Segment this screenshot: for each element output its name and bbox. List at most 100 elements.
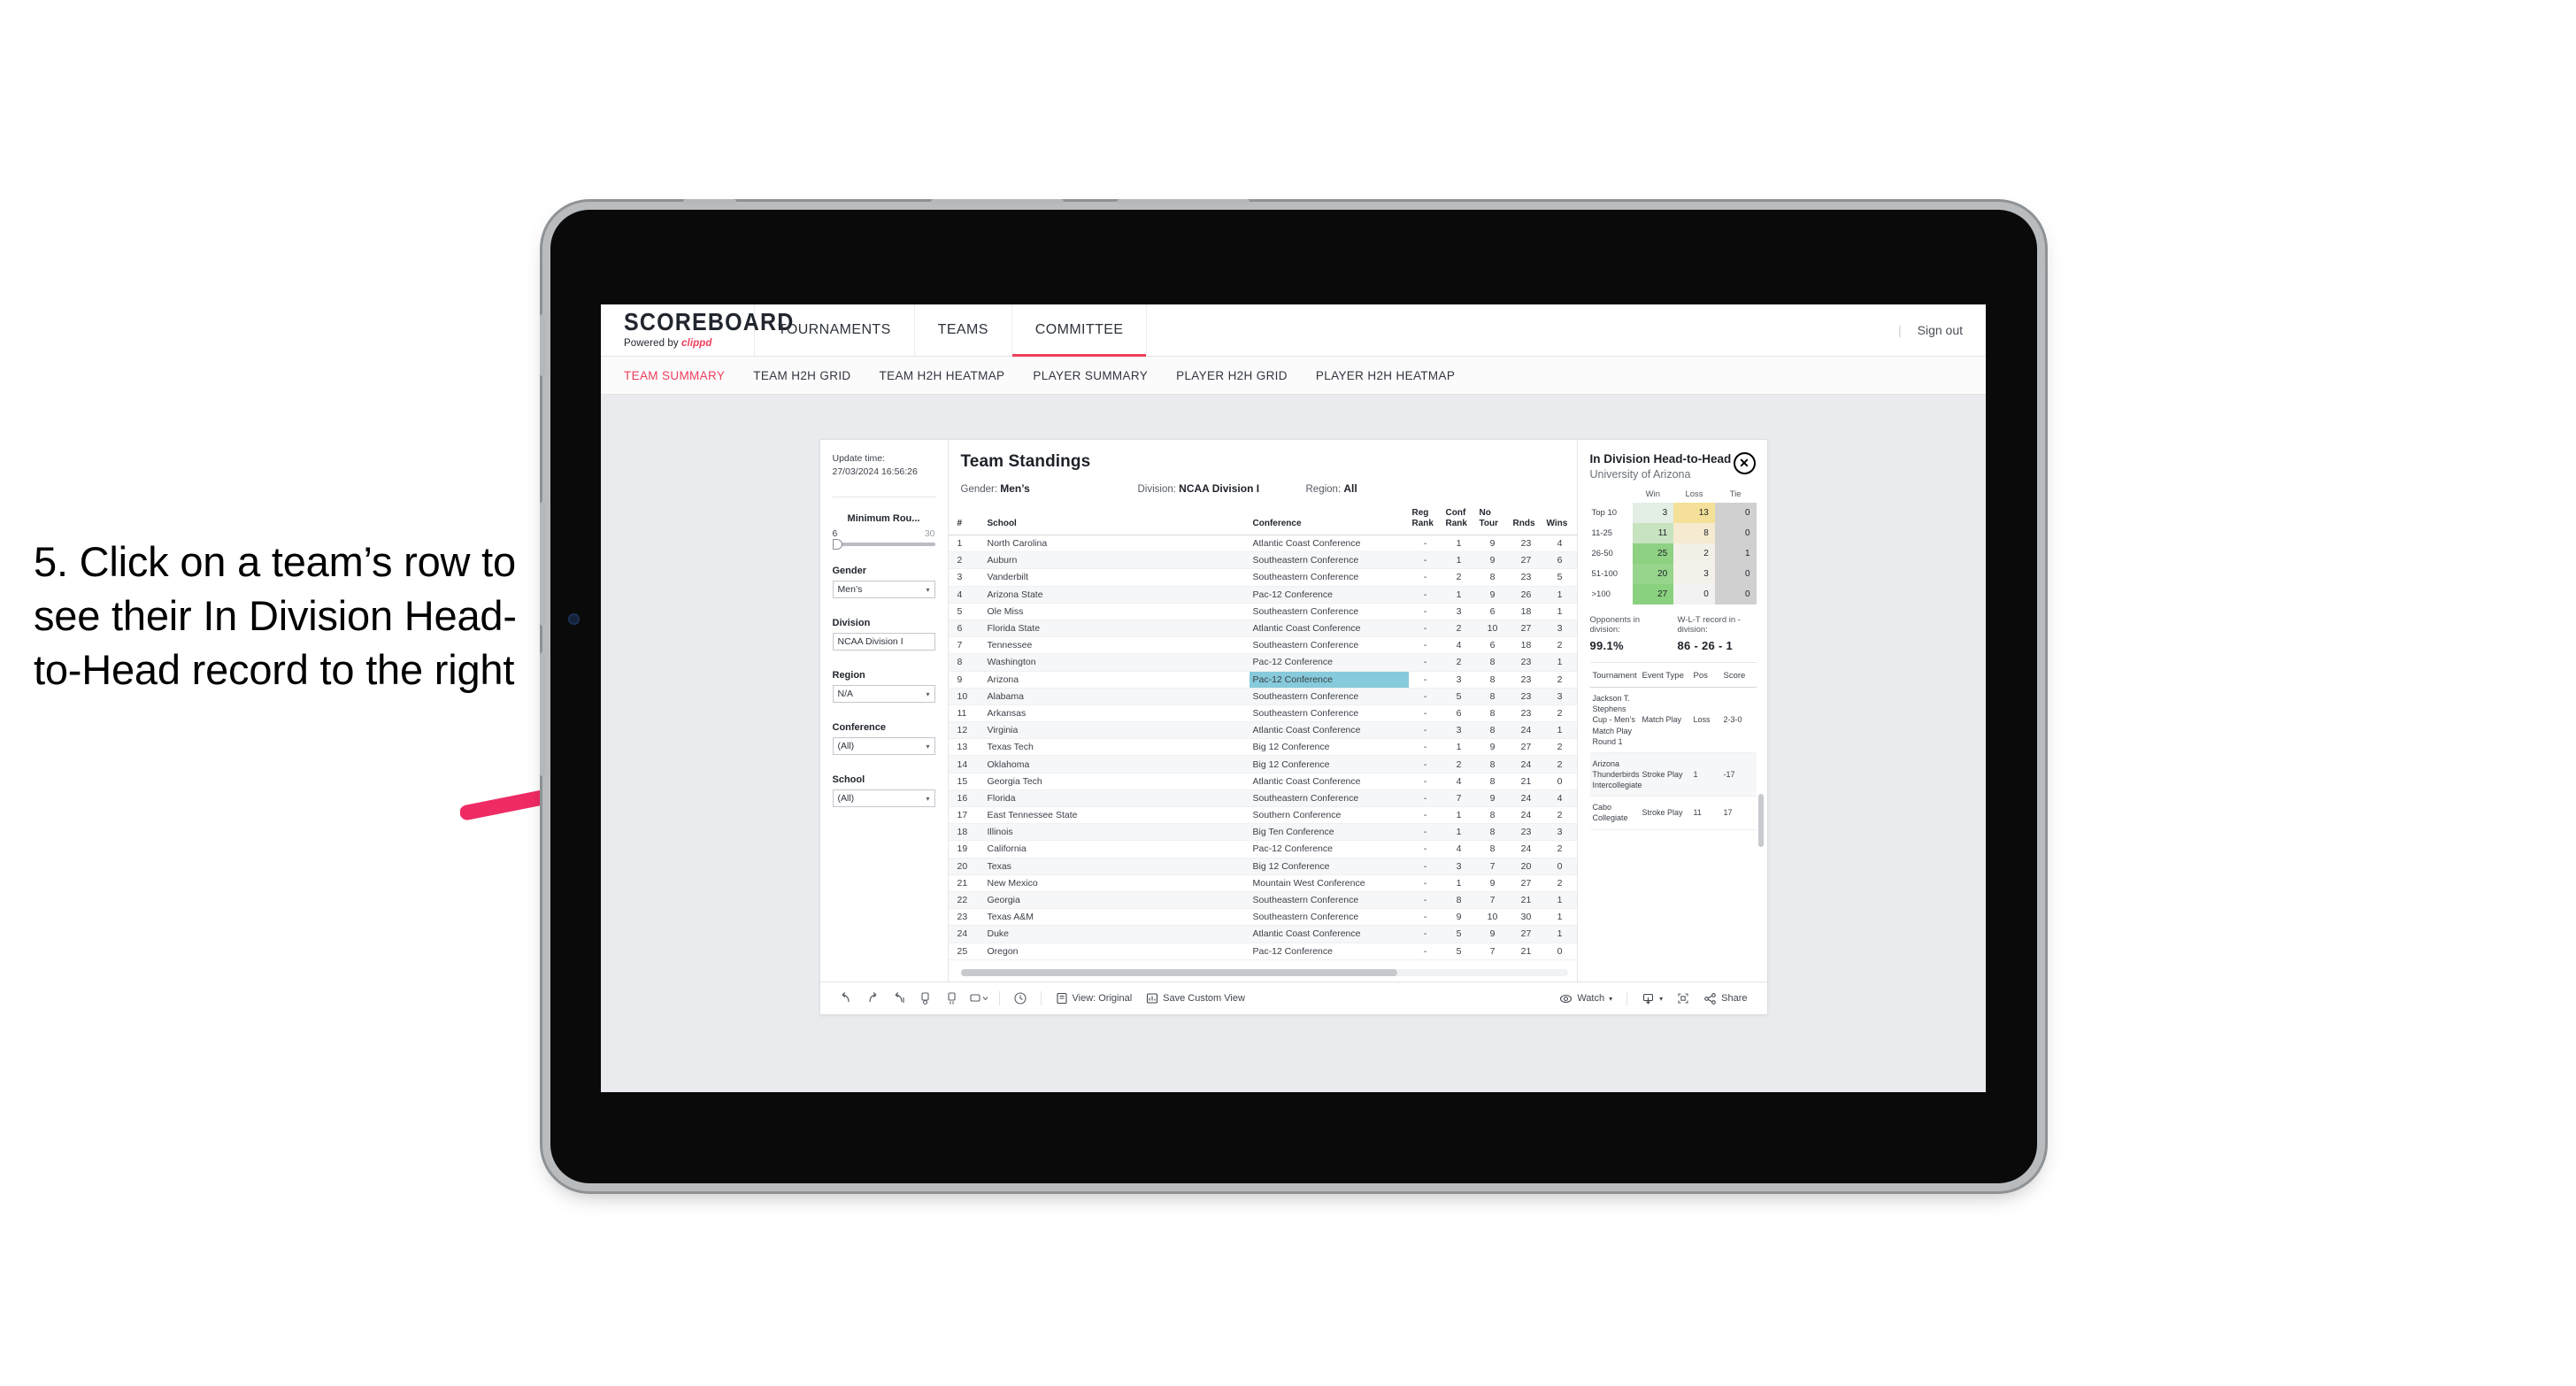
view-original-label: View: Original bbox=[1072, 993, 1133, 1004]
table-row[interactable]: 5 Ole Miss Southeastern Conference -3 6 18 1 bbox=[948, 603, 1577, 620]
table-row[interactable]: 17 East Tennessee State Southern Conferenc… bbox=[948, 806, 1577, 825]
tournament-row[interactable]: Jackson T. Stephens Cup - Men’s Match Pl… bbox=[1589, 687, 1757, 753]
tab-player-h2h-grid[interactable]: PLAYER H2H GRID bbox=[1176, 369, 1288, 382]
table-row[interactable]: 19 California Pac-12 Conference -4 8 24 2 bbox=[948, 840, 1577, 859]
view-original-button[interactable]: View: Original bbox=[1049, 992, 1140, 1005]
cell-rnds: 23 bbox=[1509, 653, 1543, 672]
nav-item-committee[interactable]: COMMITTEE bbox=[1011, 304, 1148, 357]
table-row[interactable]: 15 Georgia Tech Atlantic Coast Conference -… bbox=[948, 773, 1577, 790]
slider-handle[interactable] bbox=[832, 539, 842, 551]
cell-conf-rank: 3 bbox=[1442, 858, 1476, 875]
cell-no-tour: 7 bbox=[1475, 891, 1510, 910]
tab-player-summary[interactable]: PLAYER SUMMARY bbox=[1033, 369, 1148, 382]
table-row[interactable]: 21 New Mexico Mountain West Conference -1 9 2… bbox=[948, 874, 1577, 892]
cell-rnds: 27 bbox=[1509, 738, 1543, 757]
nav-item-tournaments[interactable]: TOURNAMENTS bbox=[755, 304, 915, 356]
table-row[interactable]: 11 Arkansas Southeastern Conference -6 8 23 2 bbox=[948, 705, 1577, 723]
table-row[interactable]: 18 Illinois Big Ten Conference -1 8 23 3 bbox=[948, 823, 1577, 842]
redo-icon[interactable] bbox=[859, 985, 886, 1012]
cell-reg-rank: - bbox=[1408, 806, 1442, 825]
col-rank[interactable]: # bbox=[948, 504, 984, 535]
h2h-vertical-scrollbar[interactable] bbox=[1757, 794, 1764, 847]
table-row[interactable]: 8 Washington Pac-12 Conference -2 8 23 1 bbox=[948, 653, 1577, 672]
cell-wins: 3 bbox=[1542, 620, 1577, 638]
filter-school-select[interactable]: (All) ▾ bbox=[832, 789, 935, 808]
h2h-cell-loss: 2 bbox=[1673, 543, 1715, 565]
h2h-cell-win: 20 bbox=[1632, 564, 1674, 585]
table-row[interactable]: 14 Oklahoma Big 12 Conference -2 8 24 2 bbox=[948, 755, 1577, 774]
scrollbar-thumb[interactable] bbox=[960, 969, 1398, 976]
cell-school: East Tennessee State bbox=[983, 806, 1250, 825]
nav-item-teams[interactable]: TEAMS bbox=[915, 304, 1012, 356]
table-row[interactable]: 22 Georgia Southeastern Conference -8 7 21 1 bbox=[948, 891, 1577, 910]
brand-logo[interactable]: SCOREBOARD Powered by clippd bbox=[601, 304, 793, 356]
history-clock-icon[interactable] bbox=[1007, 985, 1034, 1012]
close-icon[interactable]: ✕ bbox=[1733, 452, 1756, 474]
col-conference[interactable]: Conference bbox=[1249, 504, 1409, 535]
cell-wins: 1 bbox=[1542, 586, 1577, 604]
tab-player-h2h-heatmap[interactable]: PLAYER H2H HEATMAP bbox=[1316, 369, 1455, 382]
h2h-divider bbox=[1589, 662, 1757, 664]
watch-label: Watch bbox=[1577, 993, 1605, 1004]
table-row[interactable]: 10 Alabama Southeastern Conference -5 8 23 3 bbox=[948, 688, 1577, 705]
standings-table-scroll[interactable]: # School Conference Reg Rank Conf Rank No T… bbox=[948, 504, 1577, 966]
cell-conference: Southeastern Conference bbox=[1249, 568, 1409, 587]
table-row[interactable]: 16 Florida Southeastern Conference -7 9 24 4 bbox=[948, 789, 1577, 808]
tab-team-h2h-heatmap[interactable]: TEAM H2H HEATMAP bbox=[880, 369, 1005, 382]
tt-col-event-type[interactable]: Event Type bbox=[1639, 665, 1691, 689]
undo-icon[interactable] bbox=[833, 985, 859, 1012]
save-custom-view-button[interactable]: Save Custom View bbox=[1139, 992, 1252, 1005]
tournament-row[interactable]: Arizona Thunderbirds Intercollegiate Stro… bbox=[1589, 752, 1757, 797]
table-row[interactable]: 24 Duke Atlantic Coast Conference -5 9 27 1 bbox=[948, 925, 1577, 943]
col-conf-rank[interactable]: Conf Rank bbox=[1442, 504, 1476, 535]
cell-reg-rank: - bbox=[1408, 620, 1442, 638]
tt-col-tournament[interactable]: Tournament bbox=[1589, 665, 1640, 689]
col-reg-rank[interactable]: Reg Rank bbox=[1408, 504, 1442, 535]
filter-division: Division NCAA Division I bbox=[832, 618, 935, 651]
pause-data-icon[interactable] bbox=[939, 985, 965, 1012]
table-row[interactable]: 6 Florida State Atlantic Coast Conference -… bbox=[948, 620, 1577, 638]
cell-conf-rank: 8 bbox=[1442, 891, 1476, 910]
download-button[interactable]: ▾ bbox=[1634, 992, 1670, 1005]
minimum-rounds-slider[interactable] bbox=[832, 539, 935, 551]
tt-col-pos[interactable]: Pos bbox=[1690, 665, 1721, 689]
table-row[interactable]: 4 Arizona State Pac-12 Conference -1 9 26 1 bbox=[948, 586, 1577, 604]
filter-region-select[interactable]: N/A ▾ bbox=[832, 685, 935, 704]
horizontal-scrollbar[interactable] bbox=[960, 969, 1568, 976]
fullscreen-icon[interactable] bbox=[1670, 985, 1696, 1012]
device-layout-icon[interactable] bbox=[965, 985, 992, 1012]
filter-division-select[interactable]: NCAA Division I bbox=[832, 633, 935, 651]
h2h-row: >100 27 0 0 bbox=[1589, 584, 1757, 605]
min-rounds-max-value: 30 bbox=[924, 528, 935, 540]
table-row[interactable]: 1 North Carolina Atlantic Coast Conference… bbox=[948, 535, 1577, 553]
tt-col-score[interactable]: Score bbox=[1720, 665, 1757, 689]
col-rnds[interactable]: Rnds bbox=[1509, 504, 1543, 535]
col-no-tour[interactable]: No Tour bbox=[1475, 504, 1510, 535]
table-row[interactable]: 13 Texas Tech Big 12 Conference -1 9 27 2 bbox=[948, 738, 1577, 757]
table-row[interactable]: 12 Virginia Atlantic Coast Conference -3 8 24… bbox=[948, 721, 1577, 740]
filter-conference-select[interactable]: (All) ▾ bbox=[832, 737, 935, 756]
watch-button[interactable]: Watch ▾ bbox=[1552, 992, 1619, 1005]
tournament-row[interactable]: Cabo Collegiate Stroke Play 11 17 bbox=[1589, 796, 1757, 830]
h2h-cell-win: 27 bbox=[1632, 584, 1674, 605]
table-row[interactable]: 7 Tennessee Southeastern Conference -4 6 18 2 bbox=[948, 636, 1577, 655]
table-row[interactable]: 20 Texas Big 12 Conference -3 7 20 0 bbox=[948, 858, 1577, 875]
tab-team-summary[interactable]: TEAM SUMMARY bbox=[624, 369, 725, 382]
sign-out-link[interactable]: Sign out bbox=[1918, 323, 1963, 337]
revert-icon[interactable] bbox=[886, 985, 912, 1012]
table-row[interactable]: 2 Auburn Southeastern Conference -1 9 27 6 bbox=[948, 551, 1577, 570]
tab-team-h2h-grid[interactable]: TEAM H2H GRID bbox=[753, 369, 850, 382]
table-row[interactable]: 9 Arizona Pac-12 Conference -3 8 23 2 bbox=[948, 671, 1577, 689]
cell-reg-rank: - bbox=[1408, 738, 1442, 757]
col-school[interactable]: School bbox=[983, 504, 1250, 535]
filter-gender-select[interactable]: Men’s ▾ bbox=[832, 581, 935, 599]
h2h-row: Top 10 3 13 0 bbox=[1589, 503, 1757, 524]
col-wins[interactable]: Wins bbox=[1542, 504, 1577, 535]
refresh-data-icon[interactable] bbox=[912, 985, 939, 1012]
table-row[interactable]: 25 Oregon Pac-12 Conference -5 7 21 0 bbox=[948, 943, 1577, 960]
share-button[interactable]: Share bbox=[1696, 992, 1754, 1005]
cell-conf-rank: 5 bbox=[1442, 943, 1476, 960]
table-row[interactable]: 23 Texas A&M Southeastern Conference -9 10 30… bbox=[948, 908, 1577, 927]
standings-thead: # School Conference Reg Rank Conf Rank No T… bbox=[948, 504, 1577, 535]
table-row[interactable]: 3 Vanderbilt Southeastern Conference -2 8 23 5 bbox=[948, 568, 1577, 587]
